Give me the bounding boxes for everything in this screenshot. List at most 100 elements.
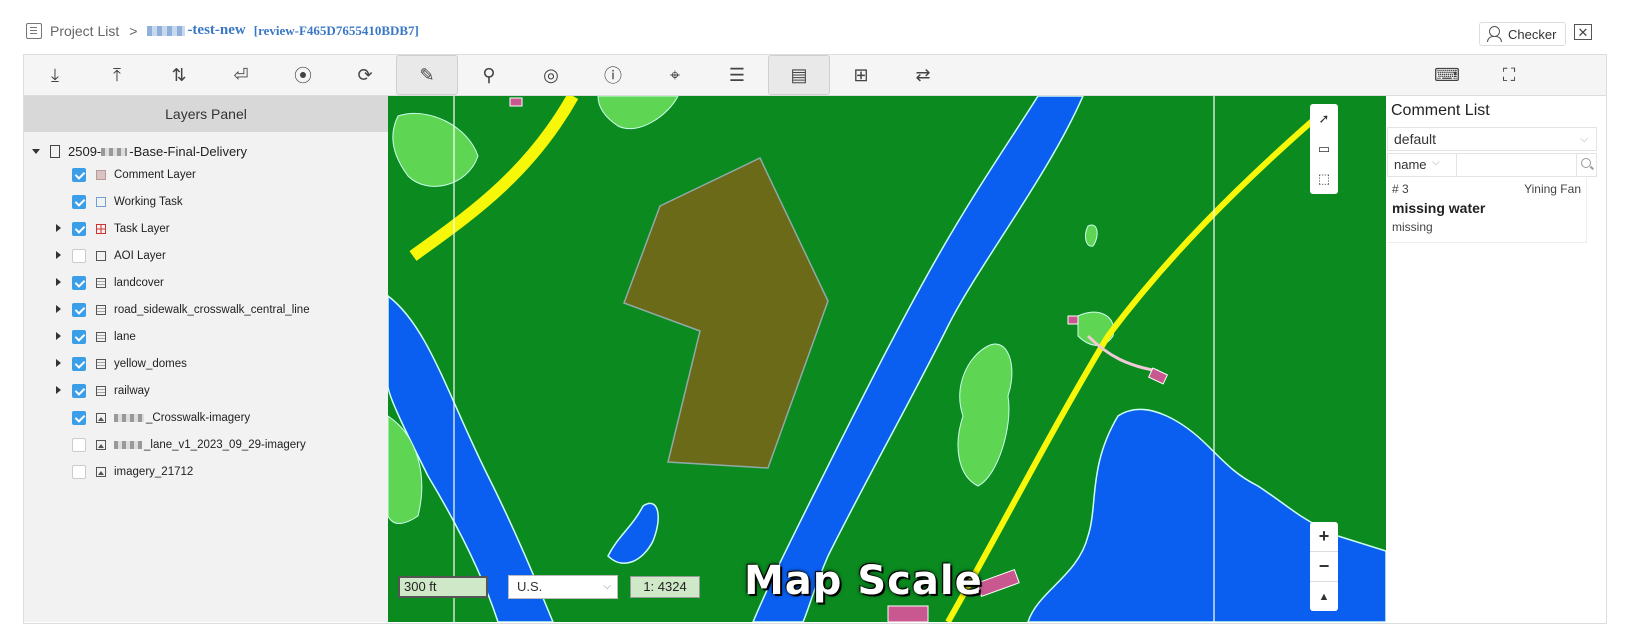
upload-icon: ⤒ [113, 64, 121, 85]
comment-list-title: Comment List [1391, 102, 1490, 119]
layer-row[interactable]: imagery_21712 [56, 461, 193, 483]
layer-visibility-checkbox[interactable] [72, 303, 86, 317]
collapse-caret-icon[interactable] [32, 149, 40, 154]
comment-card[interactable]: # 3 Yining Fan missing water missing [1387, 178, 1587, 243]
expand-caret-icon[interactable] [56, 386, 61, 394]
vector-layer-icon [96, 278, 106, 288]
layer-label: _lane_v1_2023_09_29-imagery [144, 439, 306, 451]
zoom-out-button[interactable]: − [1310, 552, 1338, 582]
map-draw-tools: ➚ ▭ ⬚ [1310, 104, 1338, 194]
zoom-in-button[interactable]: + [1310, 522, 1338, 552]
scale-bar: 300 ft [398, 576, 488, 598]
comment-edit-button[interactable]: ✎ [396, 55, 458, 95]
layer-visibility-checkbox[interactable] [72, 168, 86, 182]
chevron-down-icon: ⌵ [1432, 157, 1440, 168]
refresh-button[interactable]: ⟳ [334, 55, 396, 95]
rectangle-tool-icon[interactable]: ▭ [1310, 134, 1338, 164]
checker-button[interactable]: Checker [1479, 22, 1567, 46]
polygon-tool-icon[interactable]: ⬚ [1310, 164, 1338, 194]
search-button[interactable]: ⚲ [458, 55, 520, 95]
toolbar: ⤓ ⤒ ⇅ ⏎ ⦿ ⟳ ✎ ⚲ ◎ ⓘ ⌖ ☰ ▤ ⊞ ⇄ ⌨ ⛶ [24, 55, 1606, 96]
breadcrumb-project-list[interactable]: Project List [50, 23, 119, 39]
expand-caret-icon[interactable] [56, 305, 61, 313]
vector-layer-icon [96, 305, 106, 315]
layer-label: Working Task [114, 196, 183, 208]
add-box-icon: ⊞ [853, 64, 869, 85]
search-field-select[interactable]: name [1394, 157, 1427, 172]
return-button[interactable]: ⏎ [210, 55, 272, 95]
expand-caret-icon[interactable] [56, 332, 61, 340]
close-button[interactable]: ✕ [1574, 24, 1592, 40]
search-icon[interactable] [1581, 158, 1591, 168]
layer-label: railway [114, 385, 150, 397]
list-icon [26, 22, 42, 39]
image-layer-icon [96, 440, 106, 450]
layer-visibility-checkbox[interactable] [72, 465, 86, 479]
layer-row[interactable]: lane [56, 326, 136, 348]
layer-visibility-checkbox[interactable] [72, 411, 86, 425]
comment-layer-icon [96, 170, 106, 180]
layer-row[interactable]: railway [56, 380, 150, 402]
comment-list-panel: Comment List default ⌵ name ⌵ # 3 Yining… [1386, 96, 1606, 622]
task-box-icon [96, 197, 106, 207]
layer-visibility-checkbox[interactable] [72, 438, 86, 452]
comment-edit-icon: ✎ [419, 64, 435, 85]
layer-visibility-checkbox[interactable] [72, 330, 86, 344]
layer-row[interactable]: Working Task [56, 191, 183, 213]
fullscreen-button[interactable]: ⛶ [1478, 55, 1540, 95]
download-button[interactable]: ⤓ [24, 55, 86, 95]
image-layer-icon [96, 413, 106, 423]
grid-icon [96, 224, 106, 234]
upload-download-icon: ⇅ [171, 64, 187, 85]
redacted-text [147, 25, 186, 36]
comment-filter-select[interactable]: default ⌵ [1387, 127, 1597, 151]
expand-caret-icon[interactable] [56, 359, 61, 367]
expand-caret-icon[interactable] [56, 224, 61, 232]
vector-layer-icon [96, 359, 106, 369]
layer-row[interactable]: AOI Layer [56, 245, 166, 267]
layer-row[interactable]: Task Layer [56, 218, 170, 240]
upload-button[interactable]: ⤒ [86, 55, 148, 95]
search-icon: ⚲ [482, 64, 496, 85]
layer-row[interactable]: landcover [56, 272, 164, 294]
layer-visibility-checkbox[interactable] [72, 195, 86, 209]
document-icon [50, 145, 60, 158]
vector-layer-icon [96, 332, 106, 342]
layer-row[interactable]: Comment Layer [56, 164, 196, 186]
layer-row[interactable]: _lane_v1_2023_09_29-imagery [56, 434, 306, 456]
unit-select-value: U.S. [517, 579, 543, 594]
top-bar: Project List > -test-new [review-F465D76… [0, 0, 1630, 56]
info-cursor-button[interactable]: ⓘ [582, 55, 644, 95]
layers-panel-title: Layers Panel [24, 96, 388, 132]
layer-visibility-checkbox[interactable] [72, 222, 86, 236]
image-layer-icon [96, 467, 106, 477]
layer-tree-root[interactable]: 2509- -Base-Final-Delivery [32, 144, 247, 159]
comment-panel-button[interactable]: ▤ [768, 55, 830, 95]
swap-button[interactable]: ⇄ [892, 55, 954, 95]
layer-visibility-checkbox[interactable] [72, 276, 86, 290]
layer-row[interactable]: _Crosswalk-imagery [56, 407, 250, 429]
expand-caret-icon[interactable] [56, 251, 61, 259]
upload-download-button[interactable]: ⇅ [148, 55, 210, 95]
layer-row[interactable]: yellow_domes [56, 353, 187, 375]
layer-visibility-checkbox[interactable] [72, 249, 86, 263]
unit-select[interactable]: U.S. ⌵ [508, 575, 618, 599]
comment-author: Yining Fan [1524, 182, 1581, 196]
add-box-button[interactable]: ⊞ [830, 55, 892, 95]
expand-caret-icon[interactable] [56, 278, 61, 286]
reset-north-button[interactable]: ▲ [1310, 582, 1338, 611]
keyboard-button[interactable]: ⌨ [1416, 55, 1478, 95]
map-canvas[interactable]: ➚ ▭ ⬚ + − ▲ 300 ft U.S. ⌵ 1: 4324 Map Sc… [388, 96, 1386, 622]
select-cursor-icon[interactable]: ➚ [1310, 104, 1338, 134]
map-pin-button[interactable]: ⌖ [644, 55, 706, 95]
comment-search-input[interactable] [1460, 156, 1576, 176]
layer-row[interactable]: road_sidewalk_crosswalk_central_line [56, 299, 310, 321]
comment-list-button[interactable]: ☰ [706, 55, 768, 95]
download-icon: ⤓ [51, 64, 59, 85]
comment-number: # 3 [1392, 182, 1409, 196]
locate-button[interactable]: ◎ [520, 55, 582, 95]
screenshot-button[interactable]: ⦿ [272, 55, 334, 95]
comment-filter-value: default [1394, 131, 1437, 147]
layer-visibility-checkbox[interactable] [72, 357, 86, 371]
layer-visibility-checkbox[interactable] [72, 384, 86, 398]
